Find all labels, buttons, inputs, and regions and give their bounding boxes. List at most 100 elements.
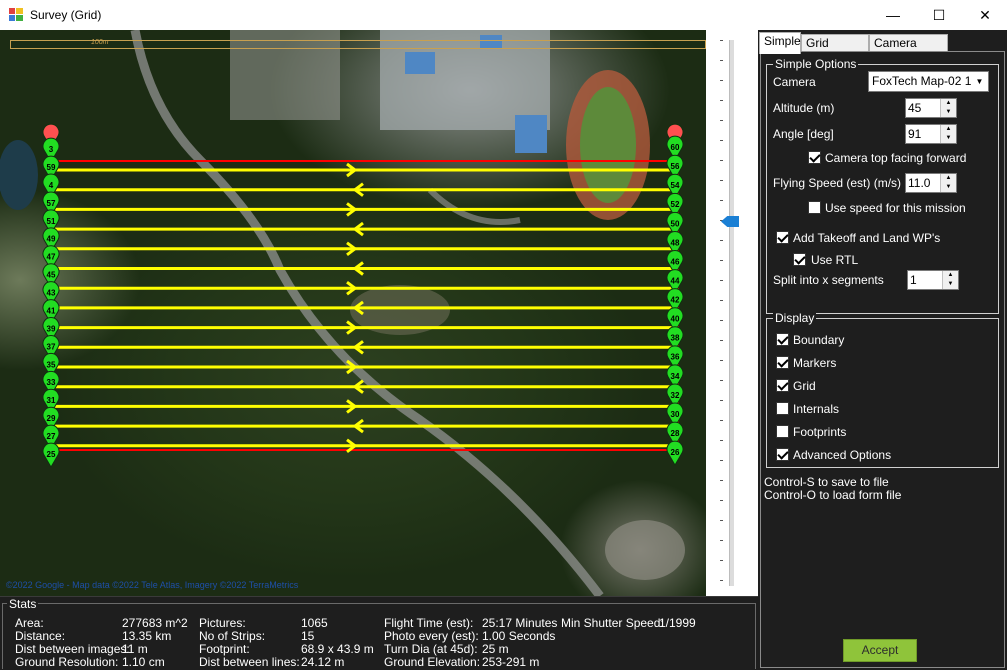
marker-label: 37 (47, 342, 56, 351)
split-input[interactable]: 1 ▲ ▼ (907, 270, 959, 290)
zoom-tick (720, 400, 723, 401)
marker-label: 31 (47, 396, 56, 405)
camera-top-checkbox[interactable] (808, 151, 821, 164)
takeoff-land-checkbox[interactable] (776, 231, 789, 244)
camera-select-value: FoxTech Map-02 16 (872, 74, 979, 88)
spin-down-icon[interactable]: ▼ (941, 134, 956, 143)
zoom-tick (720, 340, 723, 341)
altitude-label: Altitude (m) (773, 101, 835, 115)
dist-lines-label: Dist between lines: (199, 655, 300, 669)
spin-up-icon[interactable]: ▲ (941, 99, 956, 108)
zoom-thumb[interactable] (721, 216, 739, 227)
ground-elev-label: Ground Elevation: (384, 655, 481, 669)
maximize-button[interactable]: ☐ (916, 0, 962, 30)
waypoint-marker[interactable]: 26 (666, 440, 684, 466)
waypoint-markers[interactable]: 3 59 4 57 51 49 47 45 43 41 39 37 35 33 31 29 27 25 60 56 54… (42, 123, 684, 468)
display-checkbox[interactable] (776, 448, 789, 461)
display-checkbox-label[interactable]: Boundary (793, 333, 844, 347)
zoom-tick (720, 200, 723, 201)
chevron-down-icon[interactable]: ▼ (971, 72, 988, 91)
photo-every-value: 1.00 Seconds (482, 629, 556, 643)
marker-label: 44 (671, 276, 680, 285)
map-view[interactable]: 100m 3 59 4 57 51 49 47 45 43 41 39 37 35 33 31 29 27 25 6… (0, 30, 706, 596)
speed-value: 11.0 (908, 176, 931, 190)
marker-label: 50 (671, 219, 680, 228)
marker-label: 40 (671, 315, 680, 324)
accept-button[interactable]: Accept (843, 639, 917, 662)
shutter-label: Min Shutter Speed: (561, 616, 664, 630)
zoom-tick (720, 500, 723, 501)
tab-content: Simple Options Camera FoxTech Map-02 16 … (760, 51, 1005, 668)
zoom-tick (720, 320, 723, 321)
display-checkbox[interactable] (776, 402, 789, 415)
use-rtl-checkbox[interactable] (793, 253, 806, 266)
save-hint: Control-S to save to file (764, 475, 889, 489)
display-checkbox[interactable] (776, 425, 789, 438)
spin-down-icon[interactable]: ▼ (941, 108, 956, 117)
marker-label: 29 (47, 414, 56, 423)
display-checkbox[interactable] (776, 379, 789, 392)
zoom-tick (720, 100, 723, 101)
minimize-button[interactable]: — (870, 0, 916, 30)
map-attribution: ©2022 Google - Map data ©2022 Tele Atlas… (6, 580, 299, 590)
stats-legend: Stats (7, 597, 39, 611)
altitude-input[interactable]: 45 ▲ ▼ (905, 98, 957, 118)
turn-dia-label: Turn Dia (at 45d): (384, 642, 478, 656)
speed-label: Flying Speed (est) (m/s) (773, 176, 902, 190)
turn-dia-value: 25 m (482, 642, 509, 656)
spin-down-icon[interactable]: ▼ (941, 183, 956, 192)
photo-every-label: Photo every (est): (384, 629, 479, 643)
distance-value: 13.35 km (122, 629, 172, 643)
zoom-tick (720, 40, 723, 41)
zoom-tick (720, 260, 723, 261)
tab-simple[interactable]: Simple (759, 32, 801, 54)
display-checkbox-label[interactable]: Internals (793, 402, 839, 416)
marker-label: 28 (671, 429, 680, 438)
display-checkbox-label[interactable]: Advanced Options (793, 448, 891, 462)
distance-label: Distance: (15, 629, 66, 643)
marker-label: 32 (671, 391, 680, 400)
angle-input[interactable]: 91 ▲ ▼ (905, 124, 957, 144)
camera-top-label[interactable]: Camera top facing forward (825, 151, 966, 165)
spin-up-icon[interactable]: ▲ (943, 271, 958, 280)
use-rtl-label[interactable]: Use RTL (811, 253, 858, 267)
display-checkbox-label[interactable]: Markers (793, 356, 836, 370)
zoom-tick (720, 300, 723, 301)
takeoff-land-label[interactable]: Add Takeoff and Land WP's (793, 231, 940, 245)
marker-label: 57 (47, 199, 56, 208)
spin-up-icon[interactable]: ▲ (941, 125, 956, 134)
display-checkbox-label[interactable]: Footprints (793, 425, 846, 439)
zoom-tick (720, 460, 723, 461)
zoom-tick (720, 120, 723, 121)
spin-down-icon[interactable]: ▼ (943, 280, 958, 289)
stats-panel: Stats Area: 277683 m^2 Distance: 13.35 k… (0, 596, 758, 670)
dist-images-label: Dist between images: (15, 642, 130, 656)
survey-overlay: 3 59 4 57 51 49 47 45 43 41 39 37 35 33 31 29 27 25 60 56 54… (42, 123, 684, 468)
zoom-slider[interactable] (706, 30, 758, 596)
dist-images-value: 11 m (122, 642, 148, 656)
split-value: 1 (910, 273, 917, 287)
marker-label: 49 (47, 235, 56, 244)
marker-label: 59 (47, 163, 56, 172)
camera-select[interactable]: FoxTech Map-02 16 ▼ (868, 71, 989, 92)
marker-label: 33 (47, 378, 56, 387)
spin-up-icon[interactable]: ▲ (941, 174, 956, 183)
close-button[interactable]: ✕ (962, 0, 1007, 30)
zoom-tick (720, 280, 723, 281)
ground-elev-value: 253-291 m (482, 655, 540, 669)
zoom-track[interactable] (729, 40, 734, 586)
waypoint-marker[interactable]: 25 (42, 442, 60, 468)
marker-label: 36 (671, 353, 680, 362)
display-checkbox[interactable] (776, 333, 789, 346)
simple-options-legend: Simple Options (773, 57, 859, 71)
zoom-tick (720, 580, 723, 581)
zoom-tick (720, 480, 723, 481)
display-legend: Display (773, 311, 817, 325)
use-speed-checkbox[interactable] (808, 201, 821, 214)
zoom-tick (720, 380, 723, 381)
use-speed-label[interactable]: Use speed for this mission (825, 201, 966, 215)
flight-time-value: 25:17 Minutes (482, 616, 558, 630)
speed-input[interactable]: 11.0 ▲ ▼ (905, 173, 957, 193)
display-checkbox[interactable] (776, 356, 789, 369)
display-checkbox-label[interactable]: Grid (793, 379, 816, 393)
